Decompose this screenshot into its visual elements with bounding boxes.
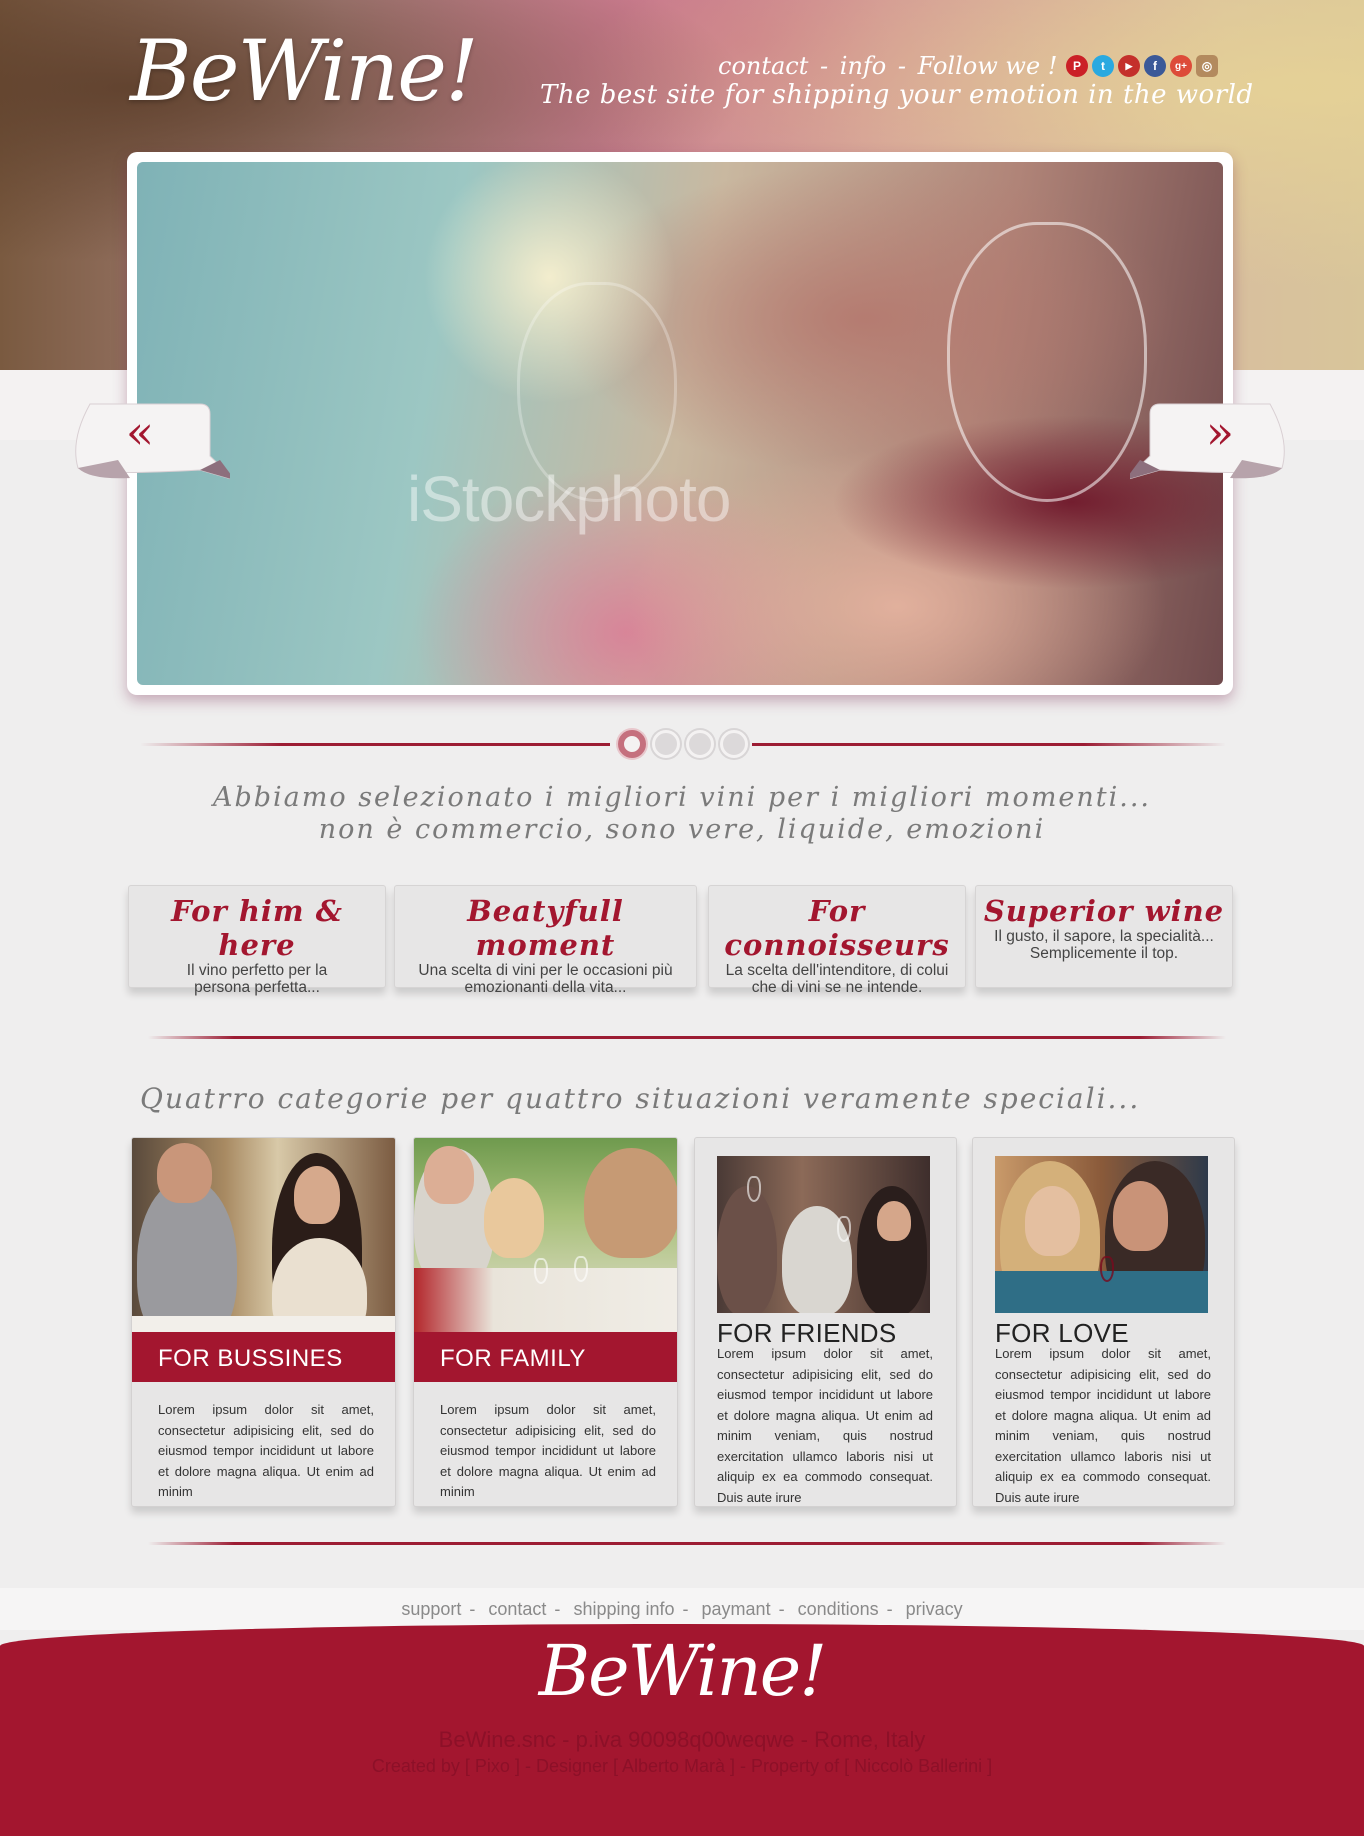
glass-shape xyxy=(837,1216,851,1242)
category-card-business[interactable]: FOR BUSSINES Lorem ipsum dolor sit amet,… xyxy=(131,1137,396,1507)
stock-watermark: iStockphoto xyxy=(407,463,731,535)
wine-glass-shape xyxy=(947,222,1147,502)
card-text: Lorem ipsum dolor sit amet, consectetur … xyxy=(158,1402,374,1499)
feature-text: Il gusto, il sapore, la specialità... Se… xyxy=(994,928,1214,962)
facebook-icon[interactable]: f xyxy=(1144,55,1166,77)
card-photo xyxy=(414,1138,677,1332)
twitter-icon[interactable]: t xyxy=(1092,55,1114,77)
slider-dot[interactable] xyxy=(652,730,680,758)
glass-shape xyxy=(1100,1256,1114,1282)
slider-divider-left xyxy=(140,743,610,746)
glass-shape xyxy=(747,1176,761,1202)
footer-company-info: BeWine.snc - p.iva 90098q00weqwe - Rome,… xyxy=(438,1727,926,1752)
person-shape xyxy=(484,1178,544,1258)
slider-dot[interactable] xyxy=(686,730,714,758)
card-text: Lorem ipsum dolor sit amet, consectetur … xyxy=(717,1346,933,1505)
info-link[interactable]: info xyxy=(840,52,886,80)
category-card-friends[interactable]: FOR FRIENDS Lorem ipsum dolor sit amet, … xyxy=(694,1137,957,1507)
footer-link-support[interactable]: support xyxy=(401,1599,461,1619)
person-shape xyxy=(1113,1181,1168,1251)
person-shape xyxy=(877,1201,911,1241)
chevron-left-icon: « xyxy=(126,405,154,459)
footer-logo[interactable]: BeWine! xyxy=(0,1630,1364,1712)
youtube-icon[interactable]: ▶ xyxy=(1118,55,1140,77)
follow-link[interactable]: Follow we ! xyxy=(918,52,1058,80)
card-photo xyxy=(717,1156,930,1313)
footer-link-contact[interactable]: contact xyxy=(488,1599,546,1619)
slider-dot[interactable] xyxy=(720,730,748,758)
section-divider xyxy=(148,1542,1226,1545)
glass-shape xyxy=(534,1258,548,1284)
category-card-love[interactable]: FOR LOVE Lorem ipsum dolor sit amet, con… xyxy=(972,1137,1235,1507)
card-label: FOR BUSSINES xyxy=(132,1332,395,1382)
feature-title: Superior wine xyxy=(983,894,1225,928)
footer-credits: Created by [ Pixo ] - Designer [ Alberto… xyxy=(371,1756,993,1776)
intro-text: Abbiamo selezionato i migliori vini per … xyxy=(0,782,1364,846)
person-shape xyxy=(584,1148,677,1258)
top-links: contact - info - Follow we ! xyxy=(716,52,1059,80)
feature-text: Una scelta di vini per le occasioni più … xyxy=(418,962,673,996)
footer-link-shipping[interactable]: shipping info xyxy=(573,1599,674,1619)
feature-box[interactable]: For him & here Il vino perfetto per la p… xyxy=(128,885,386,996)
feature-title: Beatyfull moment xyxy=(467,894,624,962)
person-shape xyxy=(717,1186,777,1313)
feature-title: For connoisseurs xyxy=(724,894,950,962)
person-shape xyxy=(157,1143,212,1203)
categories-title: Quatrro categorie per quattro situazioni… xyxy=(140,1082,1141,1115)
footer-link-payment[interactable]: paymant xyxy=(702,1599,771,1619)
feature-box[interactable]: Superior wine Il gusto, il sapore, la sp… xyxy=(975,885,1233,988)
table-shape xyxy=(132,1316,395,1332)
person-shape xyxy=(294,1166,340,1224)
feature-text: La scelta dell'intenditore, di colui che… xyxy=(725,962,949,996)
footer-link-privacy[interactable]: privacy xyxy=(906,1599,963,1619)
card-text: Lorem ipsum dolor sit amet, consectetur … xyxy=(995,1346,1211,1505)
pinterest-icon[interactable]: P xyxy=(1066,55,1088,77)
glass-shape xyxy=(574,1256,588,1282)
feature-text: Il vino perfetto per la persona perfetta… xyxy=(186,962,328,996)
prev-slide-button[interactable]: « xyxy=(70,400,230,488)
link-separator: - xyxy=(897,52,906,80)
feature-box[interactable]: Beatyfull moment Una scelta di vini per … xyxy=(394,885,697,996)
category-card-family[interactable]: FOR FAMILY Lorem ipsum dolor sit amet, c… xyxy=(413,1137,678,1507)
intro-line: non è commercio, sono vere, liquide, emo… xyxy=(318,814,1046,845)
feature-box[interactable]: For connoisseurs La scelta dell'intendit… xyxy=(708,885,966,996)
hero-slide-image: iStockphoto xyxy=(137,162,1223,685)
card-text: Lorem ipsum dolor sit amet, consectetur … xyxy=(440,1402,656,1499)
link-separator: - xyxy=(820,52,829,80)
feature-title: For him & here xyxy=(171,894,343,962)
instagram-icon[interactable]: ◎ xyxy=(1196,55,1218,77)
card-photo xyxy=(995,1156,1208,1313)
person-shape xyxy=(424,1146,474,1204)
intro-line: Abbiamo selezionato i migliori vini per … xyxy=(212,782,1152,813)
site-logo[interactable]: BeWine! xyxy=(130,22,479,120)
card-photo xyxy=(132,1138,395,1332)
hero-slider: iStockphoto xyxy=(127,152,1233,695)
tagline: The best site for shipping your emotion … xyxy=(540,80,1254,110)
person-shape xyxy=(1025,1186,1080,1256)
contact-link[interactable]: contact xyxy=(718,52,808,80)
social-icons: P t ▶ f g+ ◎ xyxy=(1066,55,1218,77)
slider-dot[interactable] xyxy=(618,730,646,758)
section-divider xyxy=(148,1036,1226,1039)
footer-link-conditions[interactable]: conditions xyxy=(798,1599,879,1619)
chevron-right-icon: » xyxy=(1206,405,1234,459)
next-slide-button[interactable]: » xyxy=(1130,400,1290,488)
googleplus-icon[interactable]: g+ xyxy=(1170,55,1192,77)
slider-dots xyxy=(618,730,748,758)
card-label: FOR FAMILY xyxy=(414,1332,677,1382)
slider-divider-right xyxy=(752,743,1226,746)
